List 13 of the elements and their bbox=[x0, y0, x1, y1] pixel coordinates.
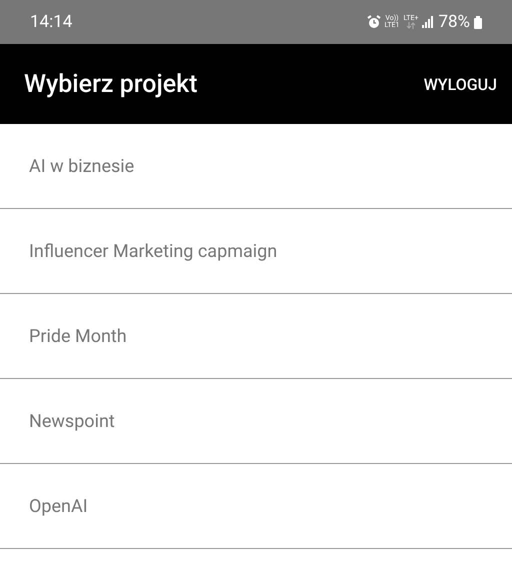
battery-icon bbox=[474, 16, 482, 28]
page-title: Wybierz projekt bbox=[24, 70, 198, 98]
project-item[interactable]: Newspoint bbox=[0, 379, 512, 464]
project-item[interactable]: Influencer Marketing capmaign bbox=[0, 209, 512, 294]
battery-percent: 78% bbox=[438, 12, 470, 32]
project-item[interactable]: AI w biznesie bbox=[0, 124, 512, 209]
data-arrows-icon bbox=[406, 22, 416, 29]
alarm-icon bbox=[366, 15, 381, 29]
signal-icon bbox=[422, 16, 434, 28]
project-item[interactable]: Pride Month bbox=[0, 294, 512, 379]
project-item[interactable]: OpenAI bbox=[0, 464, 512, 549]
clock-time: 14:14 bbox=[30, 12, 72, 32]
logout-button[interactable]: WYLOGUJ bbox=[420, 68, 501, 100]
